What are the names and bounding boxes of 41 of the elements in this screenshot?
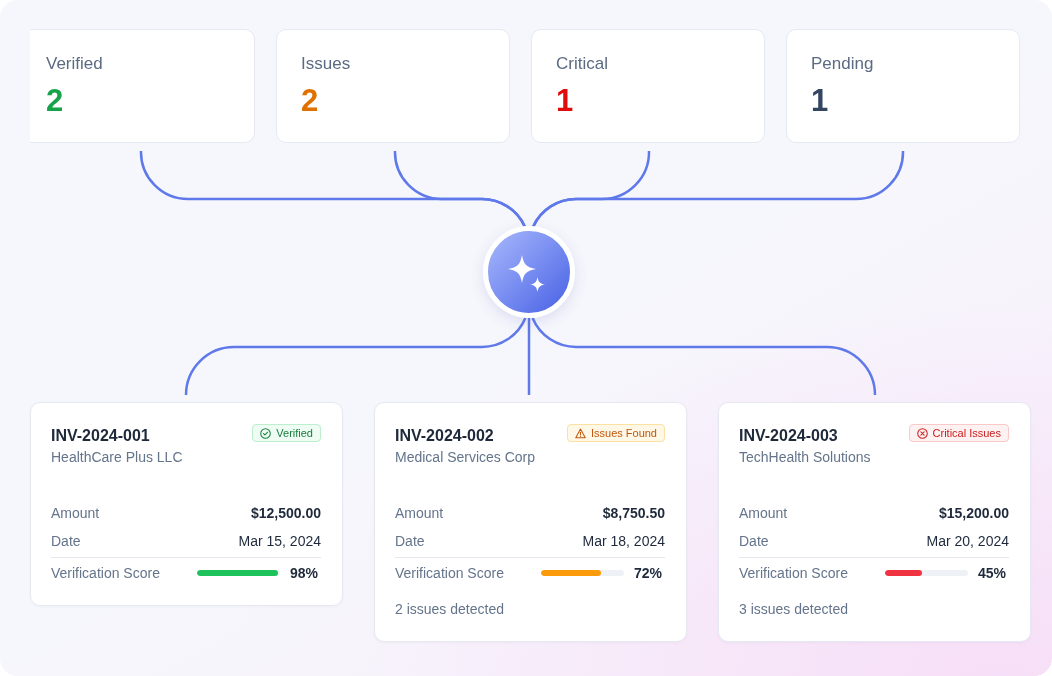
sparkle-icon (508, 255, 546, 293)
score-label: Verification Score (395, 564, 504, 583)
company-name: HealthCare Plus LLC (51, 448, 183, 467)
check-circle-icon (260, 427, 272, 439)
field-label: Amount (51, 504, 100, 523)
field-label: Date (51, 532, 81, 551)
field-label: Amount (739, 504, 788, 523)
invoice-number: INV-2024-002 (395, 426, 494, 446)
stat-label: Pending (811, 53, 874, 75)
company-name: TechHealth Solutions (739, 448, 871, 467)
issues-note: 3 issues detected (739, 600, 849, 619)
badge-label: Issues Found (590, 427, 657, 439)
invoice-number: INV-2024-001 (51, 426, 150, 446)
field-value: Mar 15, 2024 (238, 532, 321, 551)
stat-value: 2 (301, 83, 319, 119)
badge-label: Verified (276, 427, 313, 439)
field-value: $8,750.50 (602, 504, 665, 523)
score-percent: 98% (289, 564, 318, 583)
field-value: Mar 18, 2024 (582, 532, 665, 551)
field-value: Mar 20, 2024 (926, 532, 1009, 551)
field-value: $12,500.00 (250, 504, 321, 523)
score-label: Verification Score (51, 564, 160, 583)
score-percent: 72% (633, 564, 662, 583)
warning-icon (574, 427, 586, 439)
stat-value: 1 (556, 83, 574, 119)
x-circle-icon (916, 427, 928, 439)
field-label: Date (395, 532, 425, 551)
company-name: Medical Services Corp (395, 448, 536, 467)
stat-value: 1 (811, 83, 829, 119)
field-label: Date (739, 532, 769, 551)
issues-note: 2 issues detected (395, 600, 505, 619)
stat-label: Verified (46, 53, 103, 75)
field-value: $15,200.00 (938, 504, 1009, 523)
stat-label: Critical (556, 53, 608, 75)
invoice-number: INV-2024-003 (739, 426, 838, 446)
score-label: Verification Score (739, 564, 848, 583)
badge-label: Critical Issues (932, 427, 1001, 439)
score-percent: 45% (977, 564, 1006, 583)
field-label: Amount (395, 504, 444, 523)
stat-value: 2 (46, 83, 64, 119)
stat-label: Issues (301, 53, 351, 75)
